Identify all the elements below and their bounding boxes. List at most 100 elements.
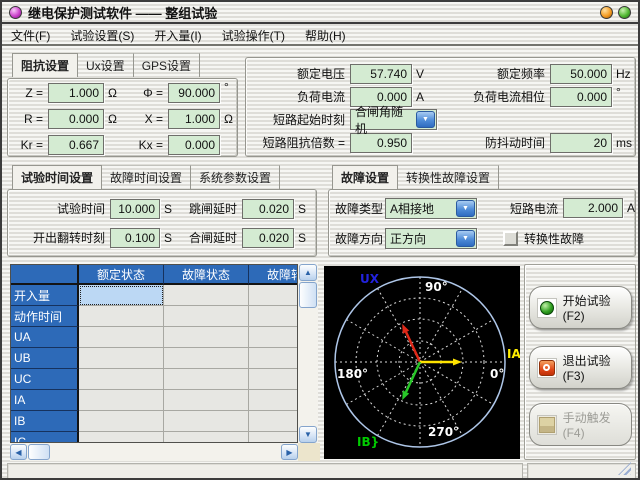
- scroll-right-button[interactable]: ▶: [281, 444, 298, 460]
- table-row: 开入量: [11, 285, 297, 306]
- table-cell[interactable]: [164, 432, 249, 443]
- phasor-display: UX 90° 180° 0° 270° IA IB}: [324, 266, 520, 459]
- scroll-left-button[interactable]: ◀: [10, 444, 27, 460]
- h-scroll-thumb[interactable]: [28, 444, 50, 460]
- rated-voltage-label: 额定电压: [250, 65, 350, 82]
- table-cell[interactable]: [79, 327, 164, 348]
- window-title: 继电保护测试软件 —— 整组试验: [28, 3, 217, 22]
- start-test-button[interactable]: 开始试验(F2): [529, 286, 632, 329]
- load-current-unit: A: [412, 90, 438, 104]
- tab-impedance-settings[interactable]: 阻抗设置: [12, 53, 78, 77]
- menu-item-test-operation[interactable]: 试验操作(T): [222, 27, 285, 44]
- scroll-down-button[interactable]: ▼: [299, 426, 317, 443]
- chevron-down-icon[interactable]: ▼: [456, 230, 475, 247]
- column-header-fault-convert: 故障转换: [249, 265, 298, 285]
- convert-fault-checkbox[interactable]: [503, 231, 518, 246]
- app-icon: [9, 6, 22, 19]
- flip-time-input[interactable]: 0.100: [110, 228, 160, 248]
- trip-delay-input[interactable]: 0.020: [242, 199, 294, 219]
- selected-cell[interactable]: [79, 285, 164, 306]
- rated-frequency-label: 额定频率: [438, 65, 550, 82]
- table-cell[interactable]: [164, 411, 249, 432]
- load-phase-label: 负荷电流相位: [438, 88, 550, 105]
- h-scrollbar[interactable]: ◀ ▶: [10, 443, 298, 461]
- table-cell[interactable]: [79, 348, 164, 369]
- column-header-fault-state: 故障状态: [164, 265, 249, 285]
- table-cell[interactable]: [249, 432, 298, 443]
- v-scrollbar[interactable]: ▲ ▼: [298, 264, 318, 443]
- resize-grip[interactable]: [618, 462, 631, 475]
- table-cell[interactable]: [249, 327, 298, 348]
- table-cell[interactable]: [249, 390, 298, 411]
- table-cell[interactable]: [164, 348, 249, 369]
- short-current-input[interactable]: 2.000: [563, 198, 623, 218]
- tab-gps-settings[interactable]: GPS设置: [134, 53, 200, 77]
- table-cell[interactable]: [79, 306, 164, 327]
- short-current-label: 短路电流: [503, 200, 563, 217]
- scroll-up-button[interactable]: ▲: [299, 264, 317, 281]
- kx-input[interactable]: 0.000: [168, 135, 220, 155]
- tab-test-time-settings[interactable]: 试验时间设置: [12, 165, 102, 189]
- chevron-down-icon[interactable]: ▼: [456, 200, 475, 217]
- tab-system-param-settings[interactable]: 系统参数设置: [191, 165, 280, 189]
- x-input[interactable]: 1.000: [168, 109, 220, 129]
- table-cell[interactable]: [249, 285, 298, 306]
- close-button[interactable]: [618, 6, 631, 19]
- menu-item-input-quantity[interactable]: 开入量(I): [154, 27, 201, 44]
- start-icon: [537, 298, 557, 318]
- table-cell[interactable]: [249, 348, 298, 369]
- table-cell[interactable]: [249, 369, 298, 390]
- table-cell[interactable]: [249, 306, 298, 327]
- tab-convert-fault-settings[interactable]: 转换性故障设置: [398, 165, 499, 189]
- tab-fault-settings[interactable]: 故障设置: [332, 165, 398, 189]
- r-input[interactable]: 0.000: [48, 109, 104, 129]
- table-grid: 额定状态 故障状态 故障转换 开入量 动作时间 UA: [10, 264, 298, 443]
- chevron-down-icon[interactable]: ▼: [416, 111, 435, 128]
- app-window: 继电保护测试软件 —— 整组试验 文件(F) 试验设置(S) 开入量(I) 试验…: [0, 0, 640, 480]
- menu-item-test-settings[interactable]: 试验设置(S): [70, 27, 134, 44]
- test-time-input[interactable]: 10.000: [110, 199, 160, 219]
- table-cell[interactable]: [164, 306, 249, 327]
- table-cell[interactable]: [164, 369, 249, 390]
- row-header-ib: IB: [11, 411, 79, 432]
- rated-voltage-input[interactable]: 57.740: [350, 64, 412, 84]
- short-start-dropdown[interactable]: 合闸角随机 ▼: [350, 109, 437, 130]
- x-label: X =: [128, 112, 168, 126]
- menu-item-help[interactable]: 帮助(H): [305, 27, 346, 44]
- kr-label: Kr =: [14, 138, 48, 152]
- minimize-button[interactable]: [600, 6, 613, 19]
- menu-item-file[interactable]: 文件(F): [11, 27, 50, 44]
- exit-test-button[interactable]: 退出试验(F3): [529, 346, 632, 389]
- short-current-unit: A: [623, 201, 637, 215]
- rated-frequency-input[interactable]: 50.000: [550, 64, 612, 84]
- phi-unit: °: [220, 80, 238, 94]
- fault-direction-dropdown[interactable]: 正方向 ▼: [385, 228, 477, 249]
- table-cell[interactable]: [249, 411, 298, 432]
- table-cell[interactable]: [164, 327, 249, 348]
- debounce-label: 防抖动时间: [438, 134, 550, 151]
- time-tabstrip: 试验时间设置 故障时间设置 系统参数设置: [12, 167, 280, 189]
- deg270-label: 270°: [428, 425, 459, 439]
- table-cell[interactable]: [164, 390, 249, 411]
- debounce-input[interactable]: 20: [550, 133, 612, 153]
- close-delay-input[interactable]: 0.020: [242, 228, 294, 248]
- test-time-unit: S: [160, 202, 178, 216]
- kr-input[interactable]: 0.667: [48, 135, 104, 155]
- fault-type-dropdown[interactable]: A相接地 ▼: [385, 198, 477, 219]
- tab-fault-time-settings[interactable]: 故障时间设置: [102, 165, 191, 189]
- impedance-tabstrip: 阻抗设置 Ux设置 GPS设置: [12, 55, 200, 77]
- v-scroll-thumb[interactable]: [299, 282, 317, 308]
- status-bar-left: [7, 463, 523, 479]
- close-delay-label: 合闸延时: [178, 229, 242, 246]
- tab-ux-settings[interactable]: Ux设置: [78, 53, 134, 77]
- phi-input[interactable]: 90.000: [168, 83, 220, 103]
- table-cell[interactable]: [79, 411, 164, 432]
- load-phase-input[interactable]: 0.000: [550, 87, 612, 107]
- table-row: 动作时间: [11, 306, 297, 327]
- table-cell[interactable]: [164, 285, 249, 306]
- table-cell[interactable]: [79, 390, 164, 411]
- table-cell[interactable]: [79, 432, 164, 443]
- table-cell[interactable]: [79, 369, 164, 390]
- z-input[interactable]: 1.000: [48, 83, 104, 103]
- table-row: IC: [11, 432, 297, 443]
